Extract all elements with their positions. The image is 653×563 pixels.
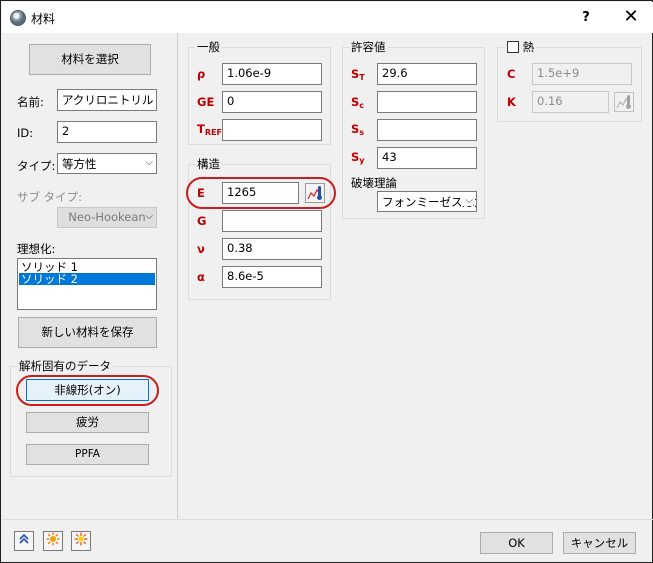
subtype-select: Neo-Hookean ⌵ [57, 207, 157, 228]
st-field[interactable]: 29.6 [377, 63, 477, 85]
sun-icon[interactable] [43, 531, 63, 551]
rho-label: ρ [197, 67, 206, 81]
cancel-button[interactable]: キャンセル [563, 532, 636, 554]
burst-icon[interactable] [71, 531, 91, 551]
idealization-list[interactable]: ソリッド 1 ソリッド 2 [17, 258, 157, 310]
alpha-field[interactable]: 8.6e-5 [222, 266, 322, 288]
failure-theory-select[interactable]: フォンミーゼス応力 ⌵ [377, 191, 477, 212]
ge-label: GE [197, 95, 215, 109]
material-dialog: 材料 ? ✕ 材料を選択 名前: アクリロニトリル ブタジ ID: 2 タイプ:… [0, 0, 653, 563]
fatigue-button[interactable]: 疲労 [26, 412, 149, 433]
g-label: G [197, 214, 207, 228]
sy-field[interactable]: 43 [377, 147, 477, 169]
ge-field[interactable]: 0 [222, 91, 322, 113]
select-material-button[interactable]: 材料を選択 [29, 44, 151, 75]
nu-label: ν [197, 242, 205, 256]
app-globe-icon [10, 10, 26, 26]
k-field: 0.16 [532, 91, 609, 113]
window-title: 材料 [31, 12, 56, 26]
failure-theory-label: 破壊理論 [351, 176, 397, 190]
subtype-select-value: Neo-Hookean [68, 210, 146, 224]
st-label: ST [351, 67, 365, 82]
ss-label: Ss [351, 122, 364, 137]
thermal-checkbox[interactable] [507, 41, 519, 53]
tref-symbol: T [197, 122, 205, 136]
analysis-group-title: 解析固有のデータ [17, 358, 113, 374]
rho-field[interactable]: 1.06e-9 [222, 63, 322, 85]
id-label: ID: [17, 126, 34, 140]
close-icon[interactable]: ✕ [618, 6, 644, 30]
k-label: K [507, 95, 516, 109]
temperature-chart-icon [614, 92, 634, 112]
list-item[interactable]: ソリッド 1 [18, 259, 156, 273]
sc-field[interactable] [377, 91, 477, 113]
highlight-oval [16, 375, 159, 406]
footer-divider [2, 519, 653, 520]
title-bar: 材料 ? ✕ [2, 2, 653, 33]
chevron-down-icon: ⌵ [145, 157, 153, 168]
panel-divider [177, 33, 178, 519]
g-field[interactable] [222, 210, 322, 232]
c-label: C [507, 67, 516, 81]
name-field[interactable]: アクリロニトリル ブタジ [57, 89, 157, 111]
structural-group-title: 構造 [195, 156, 222, 172]
highlight-oval [186, 177, 336, 209]
tref-subscript: REF [204, 128, 222, 137]
nu-field[interactable]: 0.38 [222, 238, 322, 260]
allowable-group-title: 許容値 [349, 39, 388, 55]
general-group-title: 一般 [195, 39, 222, 55]
c-field: 1.5e+9 [532, 63, 632, 85]
help-button[interactable]: ? [572, 6, 600, 30]
tref-field[interactable] [222, 119, 322, 141]
tref-label: TREF [197, 122, 222, 137]
alpha-label: α [197, 270, 205, 284]
ok-button[interactable]: OK [480, 532, 553, 554]
thermal-group-header: 熱 [505, 39, 537, 55]
thermal-group-title: 熱 [522, 40, 535, 54]
idealization-label: 理想化: [17, 242, 56, 256]
type-select[interactable]: 等方性 ⌵ [57, 153, 157, 174]
list-item-selected[interactable]: ソリッド 2 [19, 273, 155, 285]
st-subscript: T [359, 73, 365, 82]
sc-subscript: c [359, 101, 365, 110]
sc-label: Sc [351, 95, 364, 110]
ppfa-button[interactable]: PPFA [26, 444, 149, 465]
ss-subscript: s [359, 128, 365, 137]
save-new-material-button[interactable]: 新しい材料を保存 [18, 317, 157, 348]
type-select-value: 等方性 [62, 157, 97, 171]
chevron-down-icon: ⌵ [463, 195, 473, 206]
sy-subscript: y [359, 156, 365, 165]
name-label: 名前: [17, 95, 44, 109]
subtype-label: サブ タイプ: [17, 190, 83, 204]
sy-label: Sy [351, 150, 365, 165]
collapse-up-icon[interactable] [14, 531, 34, 551]
id-field[interactable]: 2 [57, 121, 157, 143]
type-label: タイプ: [17, 159, 56, 173]
chevron-down-icon: ⌵ [145, 211, 153, 222]
ss-field[interactable] [377, 119, 477, 141]
